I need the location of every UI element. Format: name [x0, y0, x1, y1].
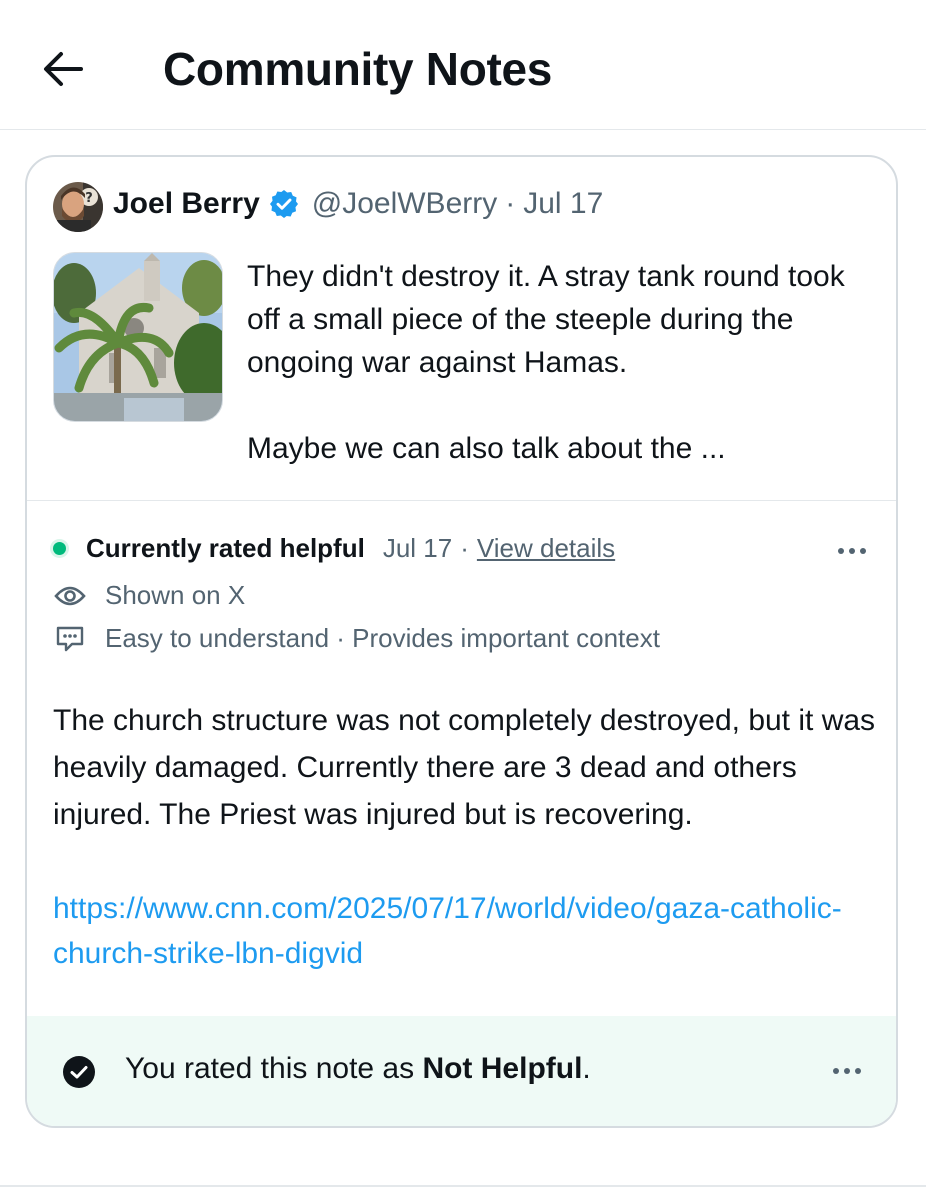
- your-rating-bar: You rated this note as Not Helpful.: [27, 1016, 896, 1126]
- tweet-text-paragraph: They didn't destroy it. A stray tank rou…: [247, 260, 845, 379]
- tweet-image[interactable]: [53, 252, 223, 422]
- bottom-divider: [0, 1185, 926, 1187]
- tweet-date[interactable]: Jul 17: [523, 187, 603, 221]
- tweet-text-truncated: Maybe we can also talk about the ...: [247, 432, 726, 465]
- more-dot: [860, 548, 866, 554]
- separator-dot: ·: [505, 187, 516, 220]
- reasons-row: Easy to understand · Provides important …: [53, 623, 660, 654]
- note-more-button[interactable]: [827, 536, 877, 566]
- top-bar: Community Notes: [0, 0, 926, 130]
- note-card: ? Joel Berry @JoelWBerry · Jul 17 They d…: [25, 155, 898, 1128]
- verified-badge-icon: [268, 188, 300, 220]
- note-date: Jul 17: [382, 533, 453, 563]
- check-circle-icon: [63, 1056, 95, 1088]
- svg-text:?: ?: [85, 191, 93, 206]
- more-dot: [855, 1068, 861, 1074]
- status-label: Currently rated helpful: [86, 533, 365, 563]
- avatar[interactable]: ?: [53, 182, 103, 232]
- status-dot-icon: [53, 542, 66, 555]
- more-dot: [849, 548, 855, 554]
- eye-icon: [53, 581, 87, 611]
- note-body: The church structure was not completely …: [53, 704, 876, 831]
- source-link[interactable]: https://www.cnn.com/2025/07/17/world/vid…: [53, 886, 853, 976]
- author-name[interactable]: Joel Berry: [113, 187, 260, 221]
- rating-more-button[interactable]: [822, 1056, 872, 1086]
- rating-value: Not Helpful: [422, 1052, 583, 1085]
- shown-on-row: Shown on X: [53, 580, 245, 611]
- tweet-text: They didn't destroy it. A stray tank rou…: [247, 255, 877, 470]
- author-handle[interactable]: @JoelWBerry: [312, 187, 497, 221]
- reasons-label: Easy to understand · Provides important …: [105, 623, 660, 653]
- shown-on-label: Shown on X: [105, 580, 246, 610]
- note-status-row: Currently rated helpful Jul 17 · View de…: [53, 533, 615, 564]
- more-dot: [838, 548, 844, 554]
- separator-dot: ·: [460, 533, 469, 563]
- more-dot: [844, 1068, 850, 1074]
- arrow-left-icon: [44, 52, 83, 86]
- page-title: Community Notes: [163, 43, 553, 95]
- tweet-author-line: Joel Berry @JoelWBerry · Jul 17: [113, 187, 603, 221]
- view-details-link[interactable]: View details: [477, 533, 615, 564]
- tweet-preview[interactable]: ? Joel Berry @JoelWBerry · Jul 17 They d…: [27, 157, 896, 501]
- rating-prefix: You rated this note as: [125, 1052, 423, 1085]
- rating-text: You rated this note as Not Helpful.: [125, 1052, 591, 1086]
- more-dot: [833, 1068, 839, 1074]
- back-button[interactable]: [38, 44, 88, 94]
- comment-dots-icon: [53, 624, 87, 654]
- rating-suffix: .: [582, 1052, 591, 1085]
